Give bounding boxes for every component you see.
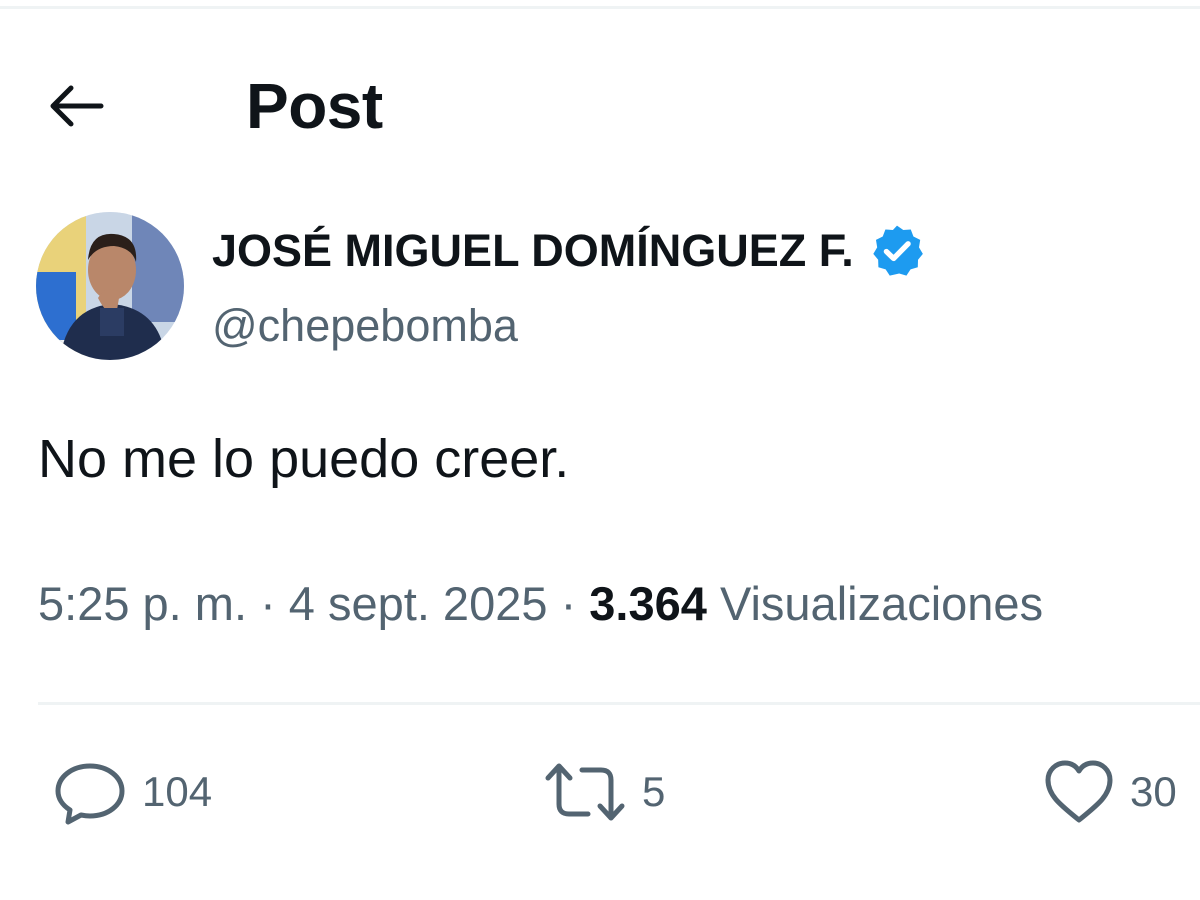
actions-divider (38, 702, 1200, 705)
post-meta: 5:25 p. m. · 4 sept. 2025 · 3.364 Visual… (38, 574, 1043, 634)
meta-separator: · (260, 577, 276, 630)
reply-button[interactable]: 104 (52, 756, 212, 828)
reply-icon (55, 763, 125, 825)
back-button[interactable] (40, 76, 110, 136)
reply-count: 104 (142, 768, 213, 815)
repost-icon (545, 763, 625, 821)
author-handle[interactable]: @chepebomba (212, 298, 518, 354)
like-count: 30 (1130, 768, 1177, 815)
page-title: Post (246, 70, 383, 142)
author-name[interactable]: JOSÉ MIGUEL DOMÍNGUEZ F. (212, 222, 926, 280)
avatar[interactable] (36, 212, 184, 360)
repost-button[interactable]: 5 (542, 756, 665, 828)
views-count: 3.364 (589, 577, 707, 630)
views-label: Visualizaciones (719, 577, 1044, 630)
heart-icon (1045, 760, 1113, 823)
author-name-text: JOSÉ MIGUEL DOMÍNGUEZ F. (212, 225, 854, 276)
top-divider (0, 6, 1200, 9)
avatar-photo (36, 212, 184, 360)
verified-badge-icon (873, 225, 923, 276)
post-time[interactable]: 5:25 p. m. (38, 577, 247, 630)
like-button[interactable]: 30 (1042, 756, 1177, 828)
post-page: Post JOSÉ MIGUEL DOMÍNGUEZ F. @chepebomb… (0, 0, 1200, 900)
repost-count: 5 (642, 768, 666, 815)
post-text: No me lo puedo creer. (38, 429, 570, 489)
arrow-left-icon (50, 85, 104, 127)
post-date[interactable]: 4 sept. 2025 (289, 577, 548, 630)
meta-separator: · (560, 577, 577, 630)
